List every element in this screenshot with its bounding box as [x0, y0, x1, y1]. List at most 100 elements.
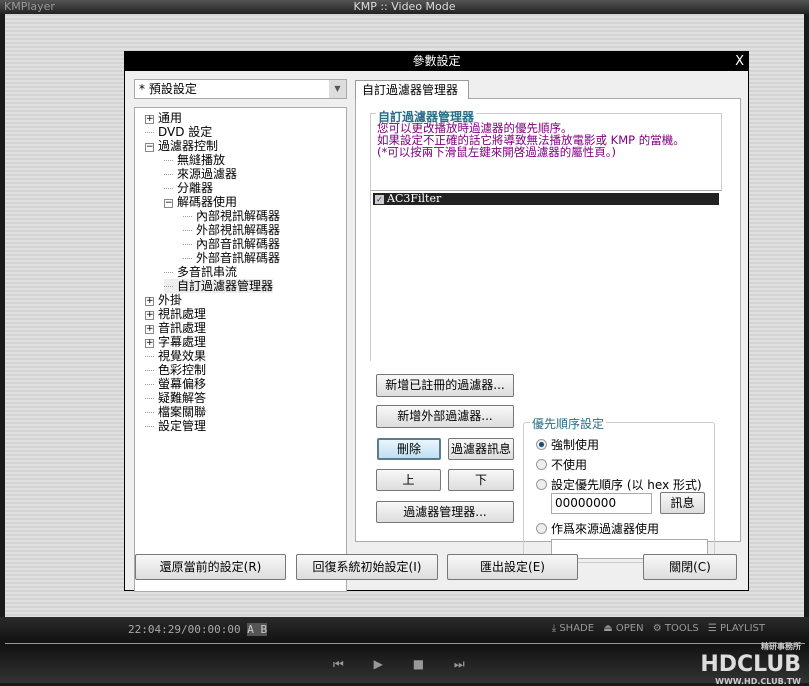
tree-line-icon: [145, 370, 154, 371]
previous-icon[interactable]: ⏮: [333, 657, 344, 671]
radio-label: 設定優先順序 (以 hex 形式): [551, 478, 702, 492]
tree-item[interactable]: 內部音訊解碼器: [183, 237, 280, 251]
filter-row[interactable]: ✓ AC3Filter: [373, 193, 719, 205]
chevron-down-icon[interactable]: ▼: [329, 80, 346, 98]
tree-line-icon: [145, 426, 154, 427]
reset-defaults-button[interactable]: 回復系統初始設定(I): [296, 554, 438, 580]
tree-item[interactable]: 設定管理: [145, 419, 206, 433]
player-menu: ⤓ SHADE ⏏ OPEN ⚙ TOOLS ☰ PLAYLIST: [546, 623, 765, 634]
logo-url: WWW.HD.CLUB.TW: [715, 677, 801, 686]
tree-item[interactable]: 無縫播放: [164, 153, 225, 167]
tree-line-icon: [183, 216, 192, 217]
add-external-filter-button[interactable]: 新增外部過濾器...: [376, 405, 514, 428]
close-button[interactable]: 關閉(C): [643, 554, 737, 580]
tree-item-label: 音訊處理: [158, 321, 207, 335]
tree-item[interactable]: 來源過濾器: [164, 167, 237, 181]
ab-repeat-button[interactable]: A B: [247, 623, 268, 636]
tree-line-icon: [164, 174, 173, 175]
tree-item[interactable]: 內部視訊解碼器: [183, 209, 280, 223]
play-icon[interactable]: ▶: [374, 657, 383, 671]
open-button[interactable]: ⏏ OPEN: [603, 623, 643, 634]
tree-item[interactable]: + 通用: [145, 111, 182, 125]
radio-label: 不使用: [551, 458, 588, 472]
time-display: 22:04:29/00:00:00: [128, 623, 241, 636]
delete-button[interactable]: 刪除: [377, 438, 441, 460]
tree-item-label: DVD 設定: [158, 125, 213, 139]
collapse-icon[interactable]: −: [145, 143, 154, 152]
filter-group: 自訂過濾器管理器 您可以更改播放時過濾器的優先順序。 如果設定不正確的話它將導致…: [370, 108, 722, 366]
radio-icon: [536, 479, 547, 490]
radio-disable[interactable]: 不使用: [536, 456, 587, 473]
expand-icon[interactable]: +: [145, 297, 154, 306]
close-icon[interactable]: X: [735, 52, 744, 71]
tree-item-label: 多音訊串流: [177, 265, 238, 279]
move-up-button[interactable]: 上: [376, 469, 441, 491]
tree-line-icon: [183, 230, 192, 231]
tree-item-label: 字幕處理: [158, 335, 207, 349]
tree-item[interactable]: 分離器: [164, 181, 213, 195]
expand-icon[interactable]: +: [145, 325, 154, 334]
radio-force[interactable]: 強制使用: [536, 436, 599, 453]
next-icon[interactable]: ⏭: [454, 657, 465, 671]
tree-item-label: 視訊處理: [158, 307, 207, 321]
preset-value: * 預設設定: [139, 82, 197, 96]
tree-item-label: 色彩控制: [158, 363, 207, 377]
tree-line-icon: [164, 160, 173, 161]
expand-icon[interactable]: +: [145, 311, 154, 320]
tree-item[interactable]: + 視訊處理: [145, 307, 206, 321]
settings-tree: + 通用 DVD 設定 − 過濾器控制 無縫播放 來源過濾器 分離器 − 解碼器使用 內部視訊解碼器…: [134, 107, 347, 592]
tree-line-icon: [164, 188, 173, 189]
filter-manager-button[interactable]: 過濾器管理器...: [376, 501, 514, 523]
hex-priority-input[interactable]: 00000000: [551, 493, 652, 514]
radio-as-source[interactable]: 作爲來源過濾器使用: [536, 520, 659, 537]
radio-icon: [536, 523, 547, 534]
expand-icon[interactable]: +: [145, 115, 154, 124]
tree-item-label: 外掛: [158, 293, 183, 307]
preset-select[interactable]: * 預設設定 ▼: [134, 79, 347, 99]
playlist-button[interactable]: ☰ PLAYLIST: [708, 623, 765, 634]
tree-item[interactable]: DVD 設定: [145, 125, 212, 139]
seek-bar[interactable]: [5, 643, 805, 644]
radio-label: 強制使用: [551, 438, 600, 452]
tree-item[interactable]: 色彩控制: [145, 363, 206, 377]
hdclub-watermark: 精研事務所 HDCLUB WWW.HD.CLUB.TW: [700, 641, 801, 686]
tree-item[interactable]: 外部音訊解碼器: [183, 251, 280, 265]
move-down-button[interactable]: 下: [448, 469, 514, 491]
window-title: KMP :: Video Mode: [353, 0, 456, 13]
tree-item[interactable]: − 過濾器控制: [145, 139, 218, 153]
collapse-icon[interactable]: −: [164, 199, 173, 208]
tree-item[interactable]: 檔案關聯: [145, 405, 206, 419]
tree-item[interactable]: + 外掛: [145, 293, 182, 307]
shade-button[interactable]: ⤓ SHADE: [552, 623, 594, 634]
tree-line-icon: [145, 398, 154, 399]
tree-item[interactable]: 多音訊串流: [164, 265, 237, 279]
logo-sub: 精研事務所: [761, 642, 801, 651]
export-settings-button[interactable]: 匯出設定(E): [447, 554, 578, 580]
tree-item-label: 內部音訊解碼器: [196, 237, 281, 251]
radio-selected-icon: [536, 439, 547, 450]
dialog-title: 參數設定: [125, 52, 748, 71]
tree-item[interactable]: 自訂過濾器管理器: [164, 279, 274, 293]
tab-custom-filter-manager[interactable]: 自訂過濾器管理器: [355, 80, 469, 99]
radio-set-priority[interactable]: 設定優先順序 (以 hex 形式): [536, 476, 702, 493]
expand-icon[interactable]: +: [145, 339, 154, 348]
tree-item[interactable]: + 音訊處理: [145, 321, 206, 335]
tree-line-icon: [145, 356, 154, 357]
checkbox[interactable]: ✓: [375, 195, 384, 204]
tools-button[interactable]: ⚙ TOOLS: [653, 623, 699, 634]
filter-info-button[interactable]: 過濾器訊息: [448, 438, 514, 460]
tree-item[interactable]: − 解碼器使用: [164, 195, 237, 209]
logo-text: HDCLUB: [700, 652, 801, 677]
tree-item[interactable]: 外部視訊解碼器: [183, 223, 280, 237]
tree-item[interactable]: 疑難解答: [145, 391, 206, 405]
tree-item[interactable]: 螢幕偏移: [145, 377, 206, 391]
description: 您可以更改播放時過濾器的優先順序。 如果設定不正確的話它將導致無法播放電影或 K…: [377, 122, 685, 158]
tree-item[interactable]: 視覺效果: [145, 349, 206, 363]
tree-item[interactable]: + 字幕處理: [145, 335, 206, 349]
stop-icon[interactable]: ■: [413, 657, 424, 671]
restore-settings-button[interactable]: 還原當前的設定(R): [135, 554, 286, 580]
add-registered-filter-button[interactable]: 新增已註冊的過濾器...: [376, 374, 514, 397]
tree-line-icon: [183, 258, 192, 259]
info-button[interactable]: 訊息: [660, 492, 705, 514]
tree-item-label: 檔案關聯: [158, 405, 207, 419]
